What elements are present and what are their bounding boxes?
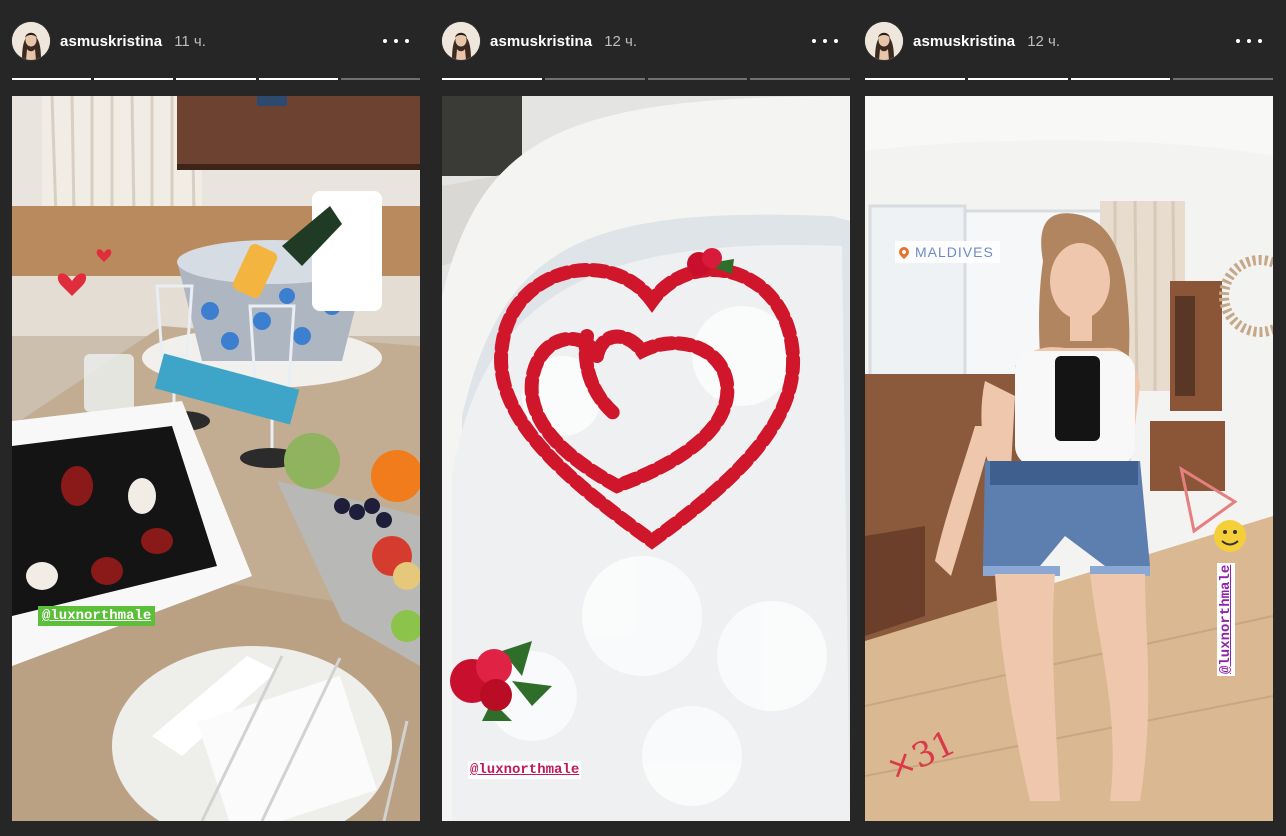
avatar[interactable]	[12, 22, 50, 60]
progress-segment	[647, 78, 748, 80]
avatar[interactable]	[865, 22, 903, 60]
story-header: asmuskristina 11 ч.	[12, 20, 206, 62]
mention-tag[interactable]: @luxnorthmale	[38, 606, 156, 626]
progress-segment	[176, 78, 256, 80]
story-progress	[442, 78, 850, 80]
location-label: MALDIVES	[915, 244, 994, 260]
progress-segment	[12, 78, 92, 80]
story-header: asmuskristina 12 ч.	[442, 20, 637, 62]
story-media[interactable]: @luxnorthmale	[442, 96, 850, 821]
progress-segment	[544, 78, 645, 80]
progress-segment	[750, 78, 850, 80]
progress-segment	[94, 78, 174, 80]
story-progress	[12, 78, 421, 80]
avatar[interactable]	[442, 22, 480, 60]
timestamp: 12 ч.	[1027, 32, 1061, 50]
story-photo-bathtub	[442, 96, 850, 821]
story-header: asmuskristina 12 ч.	[865, 20, 1060, 62]
more-options-icon[interactable]	[1236, 31, 1262, 51]
story-media[interactable]: MALDIVES @luxnorthmale ×31	[865, 96, 1273, 821]
more-options-icon[interactable]	[383, 31, 409, 51]
progress-segment	[1173, 78, 1273, 80]
story-card-1[interactable]: asmuskristina 11 ч. @luxnorthmale	[12, 0, 421, 836]
progress-segment	[340, 78, 421, 80]
location-pin-icon	[896, 244, 912, 260]
mention-tag[interactable]: @luxnorthmale	[468, 761, 582, 779]
location-sticker[interactable]: MALDIVES	[895, 241, 1000, 263]
progress-segment	[442, 78, 542, 80]
progress-segment	[1070, 78, 1171, 80]
more-options-icon[interactable]	[812, 31, 838, 51]
story-card-2[interactable]: asmuskristina 12 ч. @luxnorthmale	[442, 0, 850, 836]
story-media[interactable]: @luxnorthmale	[12, 96, 420, 821]
timestamp: 11 ч.	[174, 32, 206, 50]
mention-tag[interactable]: @luxnorthmale	[1217, 562, 1235, 676]
story-progress	[865, 78, 1273, 80]
story-card-3[interactable]: asmuskristina 12 ч. MALDIVES @luxnorthma…	[865, 0, 1273, 836]
progress-segment	[258, 78, 338, 80]
progress-segment	[865, 78, 965, 80]
username[interactable]: asmuskristina	[913, 33, 1015, 50]
story-photo-table	[12, 96, 420, 821]
timestamp: 12 ч.	[604, 32, 638, 50]
username[interactable]: asmuskristina	[490, 33, 592, 50]
progress-segment	[967, 78, 1068, 80]
story-photo-mirror-selfie	[865, 96, 1273, 821]
username[interactable]: asmuskristina	[60, 33, 162, 50]
